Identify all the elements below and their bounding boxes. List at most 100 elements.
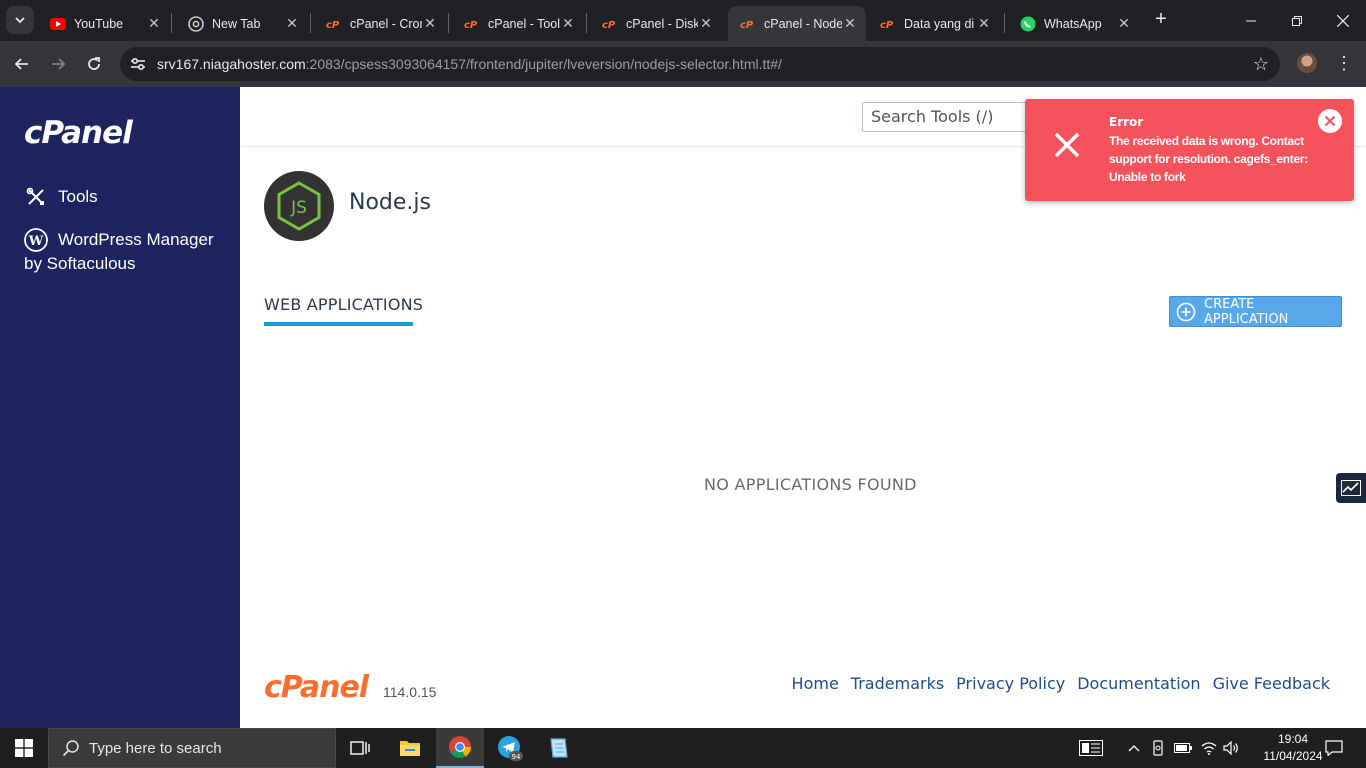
tab-title: cPanel - Tools (488, 16, 560, 31)
task-view-icon[interactable] (336, 728, 384, 768)
search-icon (61, 739, 81, 757)
create-application-button[interactable]: CREATE APPLICATION (1169, 296, 1342, 327)
close-tab-icon[interactable]: ✕ (1116, 15, 1132, 32)
browser-tab[interactable]: New Tab ✕ (176, 6, 308, 41)
address-bar[interactable]: srv167.niagahoster.com:2083/cpsess309306… (120, 47, 1280, 81)
tab-title: WhatsApp (1044, 16, 1102, 31)
youtube-icon (50, 16, 66, 32)
browser-tab[interactable]: cP cPanel - Disk ✕ (590, 6, 722, 41)
device-icon[interactable] (1148, 728, 1168, 768)
toast-message: The received data is wrong. Contact supp… (1109, 134, 1308, 184)
start-button[interactable] (0, 728, 48, 768)
footer-link-trademarks[interactable]: Trademarks (851, 674, 944, 693)
file-explorer-icon[interactable] (386, 728, 434, 768)
close-tab-icon[interactable]: ✕ (698, 15, 714, 32)
minimize-button[interactable] (1228, 0, 1274, 41)
close-tab-icon[interactable]: ✕ (422, 15, 438, 32)
taskbar-search-placeholder: Type here to search (89, 739, 222, 757)
wordpress-icon: W (24, 228, 48, 252)
wifi-icon[interactable] (1198, 728, 1220, 768)
svg-text:cP: cP (326, 20, 340, 30)
svg-text:JS: JS (290, 198, 307, 218)
tab-search-button[interactable] (6, 6, 34, 34)
chrome-icon (188, 15, 204, 32)
browser-tab[interactable]: YouTube ✕ (38, 6, 170, 41)
browser-toolbar: srv167.niagahoster.com:2083/cpsess309306… (0, 41, 1366, 87)
cpanel-logo[interactable]: cPanel (24, 115, 133, 151)
new-tab-button[interactable]: + (1151, 9, 1171, 30)
svg-text:cP: cP (740, 20, 754, 30)
active-tab-indicator (264, 322, 413, 326)
error-toast: Error The received data is wrong. Contac… (1025, 99, 1354, 201)
browser-tab[interactable]: cP Data yang di ✕ (868, 6, 1000, 41)
browser-menu-icon[interactable]: ⋮ (1334, 50, 1354, 76)
svg-text:cP: cP (464, 20, 478, 30)
reload-button[interactable] (80, 50, 108, 78)
bookmark-star-icon[interactable]: ☆ (1250, 53, 1272, 75)
taskbar-search[interactable]: Type here to search (48, 728, 336, 768)
site-info-icon[interactable] (128, 54, 148, 74)
empty-state-message: NO APPLICATIONS FOUND (704, 475, 917, 494)
cpanel-icon: cP (326, 16, 342, 32)
notification-center-icon[interactable] (1320, 728, 1348, 768)
cpanel-icon: cP (464, 16, 480, 32)
sidebar-item-tools[interactable]: Tools (24, 185, 98, 209)
whatsapp-icon (1020, 16, 1036, 32)
clock-time: 19:04 (1277, 732, 1309, 746)
close-tab-icon[interactable]: ✕ (842, 15, 858, 32)
chrome-taskbar-icon[interactable] (436, 728, 484, 768)
show-hidden-icons[interactable] (1124, 728, 1144, 768)
tab-title: cPanel - Cron (350, 16, 422, 31)
url-text: srv167.niagahoster.com:2083/cpsess309306… (157, 56, 782, 72)
tab-separator (1004, 13, 1005, 33)
sidebar-item-label: WordPress Manager by Softaculous (24, 230, 214, 273)
system-clock[interactable]: 19:04 11/04/2024 (1258, 731, 1328, 765)
browser-tab[interactable]: cP cPanel - Cron ✕ (314, 6, 446, 41)
windows-taskbar: Type here to search 94 19:04 11/04/2024 (0, 728, 1366, 768)
forward-button[interactable] (44, 50, 72, 78)
news-widget-icon[interactable] (1074, 728, 1108, 768)
browser-tab[interactable]: cP cPanel - Tools ✕ (452, 6, 584, 41)
footer-link-documentation[interactable]: Documentation (1077, 674, 1200, 693)
analytics-chart-icon[interactable] (1336, 473, 1366, 503)
toast-title: Error (1109, 115, 1144, 129)
close-tab-icon[interactable]: ✕ (976, 15, 992, 32)
footer-link-give-feedback[interactable]: Give Feedback (1213, 674, 1330, 693)
tools-icon (24, 185, 48, 209)
notepad-app-icon[interactable] (534, 728, 582, 768)
profile-avatar[interactable] (1297, 53, 1317, 73)
back-button[interactable] (8, 50, 36, 78)
cpanel-icon: cP (740, 16, 756, 32)
footer-link-privacy-policy[interactable]: Privacy Policy (956, 674, 1065, 693)
battery-icon[interactable] (1172, 728, 1194, 768)
sidebar-item-wordpress[interactable]: W WordPress Manager by Softaculous (24, 228, 224, 276)
tab-separator (310, 13, 311, 33)
volume-icon[interactable] (1220, 728, 1242, 768)
tab-title: YouTube (74, 16, 124, 31)
close-tab-icon[interactable]: ✕ (284, 15, 300, 32)
browser-tab-strip: YouTube ✕ New Tab ✕ cP cPanel - Cron ✕ c… (0, 0, 1366, 41)
tab-web-applications[interactable]: WEB APPLICATIONS (264, 295, 423, 314)
close-toast-button[interactable] (1318, 109, 1342, 133)
close-window-button[interactable] (1320, 0, 1366, 41)
error-x-icon (1049, 127, 1085, 163)
nodejs-icon: JS (264, 171, 334, 241)
svg-text:cP: cP (602, 20, 616, 30)
plus-circle-icon (1176, 302, 1196, 322)
tab-title: Data yang di (904, 16, 975, 31)
footer-version: 114.0.15 (383, 684, 437, 700)
tab-title: cPanel - Disk (626, 16, 698, 31)
tab-title: New Tab (212, 16, 261, 31)
svg-text:cP: cP (880, 20, 894, 30)
telegram-badge: 94 (512, 753, 521, 761)
telegram-icon[interactable]: 94 (486, 728, 534, 768)
svg-text:W: W (28, 234, 44, 249)
clock-date: 11/04/2024 (1263, 749, 1323, 763)
tab-separator (448, 13, 449, 33)
browser-tab-active[interactable]: cP cPanel - Node ✕ (728, 6, 866, 41)
close-tab-icon[interactable]: ✕ (146, 15, 162, 32)
browser-tab[interactable]: WhatsApp ✕ (1008, 6, 1140, 41)
footer-link-home[interactable]: Home (792, 674, 839, 693)
close-tab-icon[interactable]: ✕ (560, 15, 576, 32)
restore-button[interactable] (1274, 0, 1320, 41)
